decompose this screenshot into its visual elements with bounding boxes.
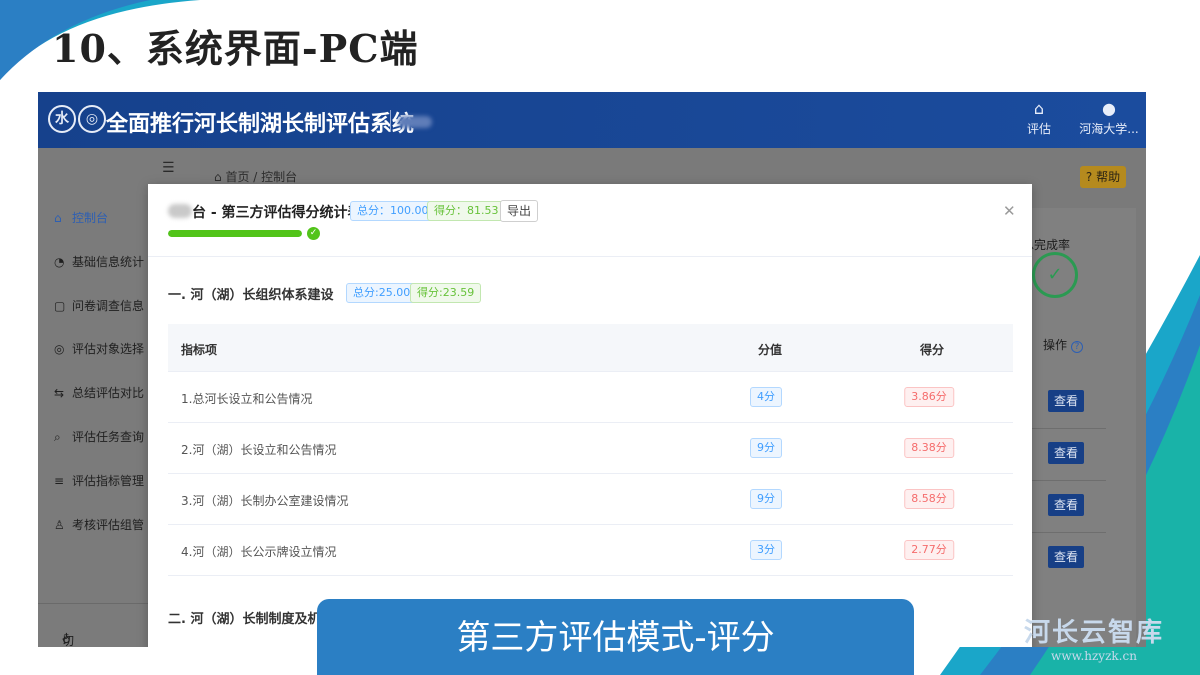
sidebar-item-survey[interactable]: ▢ 问卷调查信息 [54,297,144,314]
eval-label: 评估 [1026,122,1051,136]
row-divider [1030,532,1106,533]
home-icon: ⌂ [214,170,226,184]
view-button[interactable]: 查看 [1048,390,1084,412]
breadcrumb: ⌂ 首页 / 控制台 [214,168,297,185]
sidebar-item-label: 控制台 [72,211,109,225]
section-score-tag: 得分:23.59 [410,283,482,303]
title-divider [390,110,391,132]
logo-icon: 水 [48,105,76,133]
header-indicator: 指标项 [181,343,218,357]
value-tag: 3分 [750,540,782,560]
dialog-divider [148,256,1032,257]
sidebar-item-label: 评估任务查询 [72,430,145,444]
breadcrumb-separator: / [253,170,262,184]
swap-icon: ⇆ [54,386,65,400]
home-icon: ⌂ [54,211,62,225]
document-icon: ▢ [54,299,66,313]
slide-title: 10、系统界面-PC端 [52,26,419,71]
view-button[interactable]: 查看 [1048,494,1084,516]
table-row: 1.总河长设立和公告情况 4分 3.86分 [168,372,1013,423]
header-score: 得分 [920,343,945,357]
user-icon: ● [1102,99,1116,118]
export-button[interactable]: 导出 [500,200,538,222]
sidebar-item-label: 问卷调查信息 [72,299,145,313]
indicator-name: 4.河（湖）长公示牌设立情况 [181,545,337,559]
help-label: 帮助 [1096,170,1121,184]
blurred-region [398,116,432,128]
app-window: 水 ◎ 全面推行河长制湖长制评估系统 ⌂ 评估 ● 河海大学... ☰ ⌂ 控制台… [38,92,1146,647]
user-label: 河海大学... [1079,122,1139,136]
sidebar-item-compare[interactable]: ⇆ 总结评估对比 [54,384,144,401]
collapse-menu-icon[interactable]: ☰ [162,160,175,176]
section-total-tag: 总分:25.00 [346,283,418,303]
value-tag: 4分 [750,387,782,407]
breadcrumb-current: 控制台 [261,170,298,184]
indicator-name: 2.河（湖）长设立和公告情况 [181,443,337,457]
section-title: 一. 河（湖）长组织体系建设 [168,288,334,303]
eval-button[interactable]: ⌂ 评估 [1026,98,1052,137]
help-button[interactable]: ? 帮助 [1080,166,1126,188]
emblem-icon: ◎ [78,105,106,133]
app-header: 水 ◎ 全面推行河长制湖长制评估系统 ⌂ 评估 ● 河海大学... [38,92,1146,148]
score-tag: 2.77分 [904,540,954,560]
score-stats-dialog: 台 - 第三方评估得分统计表 总分：100.00 得分：81.53 导出 ✕ ✓… [148,184,1032,647]
value-tag: 9分 [750,489,782,509]
view-button[interactable]: 查看 [1048,442,1084,464]
switch-theme-label: 切换主题 [62,634,75,647]
bank-icon: ⌂ [1033,99,1045,118]
section-title: 二. 河（湖）长制制度及机 [168,612,321,627]
view-button[interactable]: 查看 [1048,546,1084,568]
sidebar-item-task-query[interactable]: ⌕ 评估任务查询 [54,428,144,445]
indicator-name: 1.总河长设立和公告情况 [181,392,313,406]
sidebar-item-label: 评估对象选择 [72,342,145,356]
user-menu-button[interactable]: ● 河海大学... [1078,98,1140,137]
close-icon[interactable]: ✕ [1003,202,1016,220]
sidebar-item-indicator-mgmt[interactable]: ≡ 评估指标管理 [54,472,144,489]
sidebar-item-label: 考核评估组管 [72,518,145,532]
blurred-region [168,204,192,218]
sidebar-item-basic-stats[interactable]: ◔ 基础信息统计 [54,253,144,270]
table-row: 3.河（湖）长制办公室建设情况 9分 8.58分 [168,474,1013,525]
operation-header: 操作? [1043,336,1084,353]
obtained-score-tag: 得分：81.53 [427,201,506,221]
indicator-name: 3.河（湖）长制办公室建设情况 [181,494,349,508]
slide-caption: 第三方评估模式-评分 [317,599,914,675]
value-tag: 9分 [750,438,782,458]
total-score-tag: 总分：100.00 [350,201,436,221]
check-icon: ✓ [307,227,320,240]
table-header: 指标项 分值 得分 [168,324,1013,372]
sidebar-item-label: 评估指标管理 [72,474,145,488]
question-icon: ? [1071,341,1084,353]
table-row: 2.河（湖）长设立和公告情况 9分 8.38分 [168,423,1013,474]
list-icon: ≡ [54,474,65,488]
dialog-title: 台 - 第三方评估得分统计表 [192,205,362,221]
breadcrumb-home[interactable]: 首页 [225,170,249,184]
row-divider [1030,428,1106,429]
sidebar-item-console[interactable]: ⌂ 控制台 [54,209,108,226]
check-icon: ✓ [1032,252,1078,298]
pie-chart-icon: ◔ [54,255,65,269]
operation-label: 操作 [1043,338,1068,352]
sidebar-item-label: 总结评估对比 [72,386,145,400]
sidebar-item-target-select[interactable]: ◎ 评估对象选择 [54,340,144,357]
header-value: 分值 [758,343,783,357]
question-icon: ? [1085,170,1097,184]
users-icon: ♙ [54,518,65,532]
search-icon: ⌕ [54,430,61,444]
progress-fill [168,230,302,237]
watermark-main: 河长云智库 [1024,618,1165,648]
score-tag: 8.38分 [904,438,954,458]
watermark-url: www.hzyzk.cn [1051,649,1137,663]
check-circle-icon: ◎ [54,342,65,356]
indicator-table: 指标项 分值 得分 1.总河长设立和公告情况 4分 3.86分 2.河（湖）长设… [168,324,1013,576]
watermark: 河长云智库 www.hzyzk.cn [1024,612,1164,663]
sidebar-item-group-mgmt[interactable]: ♙ 考核评估组管 [54,516,144,533]
table-row: 4.河（湖）长公示牌设立情况 3分 2.77分 [168,525,1013,576]
app-title: 全面推行河长制湖长制评估系统 [106,111,415,137]
sidebar-item-label: 基础信息统计 [72,255,145,269]
score-tag: 8.58分 [904,489,954,509]
row-divider [1030,480,1106,481]
progress-bar [168,230,302,237]
score-tag: 3.86分 [904,387,954,407]
